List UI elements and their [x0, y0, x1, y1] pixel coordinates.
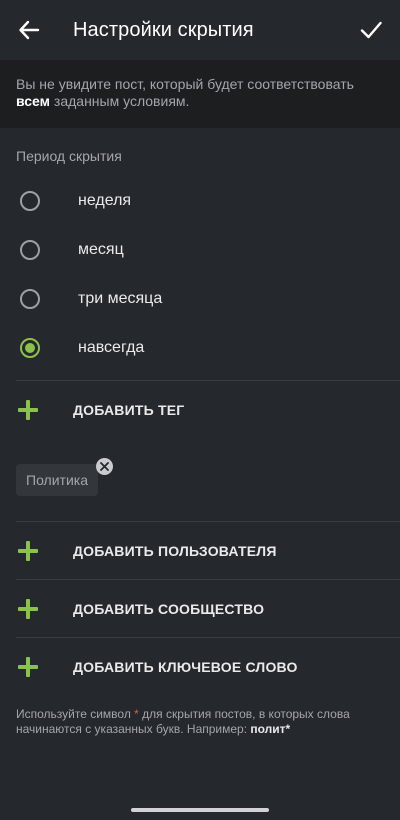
radio-label-month: месяц — [78, 240, 124, 258]
arrow-left-icon — [19, 20, 40, 40]
radio-button-week[interactable] — [20, 190, 40, 211]
hint-text-before: Используйте символ — [16, 707, 135, 721]
add-community-label: ДОБАВИТЬ СООБЩЕСТВО — [73, 600, 265, 617]
info-text-bold: всем — [16, 93, 51, 109]
hint-text: Используйте символ * для скрытия постов,… — [0, 695, 400, 737]
remove-tag-button[interactable] — [96, 458, 113, 475]
hint-example: полит* — [250, 722, 291, 736]
radio-label-three-months: три месяца — [78, 289, 163, 307]
add-user-label: ДОБАВИТЬ ПОЛЬЗОВАТЕЛЯ — [73, 542, 277, 559]
radio-label-forever: навсегда — [78, 338, 145, 356]
page-title: Настройки скрытия — [73, 18, 254, 41]
plus-icon — [18, 540, 38, 561]
radio-option-three-months[interactable]: три месяца — [0, 274, 400, 323]
tag-chips: Политика — [0, 438, 400, 521]
add-tag-label: ДОБАВИТЬ ТЕГ — [73, 401, 185, 418]
info-text-after: заданным условиям. — [50, 93, 190, 109]
app-bar: Настройки скрытия — [0, 0, 400, 60]
plus-icon — [18, 399, 38, 420]
tag-chip-label: Политика — [26, 472, 88, 488]
info-banner: Вы не увидите пост, который будет соотве… — [0, 60, 400, 128]
radio-option-forever[interactable]: навсегда — [0, 323, 400, 372]
info-text-before: Вы не увидите пост, который будет соотве… — [16, 76, 354, 92]
add-user-button[interactable]: ДОБАВИТЬ ПОЛЬЗОВАТЕЛЯ — [0, 522, 400, 579]
radio-option-month[interactable]: месяц — [0, 225, 400, 274]
radio-option-week[interactable]: неделя — [0, 176, 400, 225]
add-tag-button[interactable]: ДОБАВИТЬ ТЕГ — [0, 381, 400, 438]
confirm-button[interactable] — [356, 15, 386, 45]
close-icon — [100, 462, 109, 471]
add-community-button[interactable]: ДОБАВИТЬ СООБЩЕСТВО — [0, 580, 400, 637]
radio-button-month[interactable] — [20, 239, 40, 260]
radio-button-forever[interactable] — [20, 337, 40, 358]
radio-label-week: неделя — [78, 191, 132, 209]
home-indicator[interactable] — [131, 808, 269, 812]
back-button[interactable] — [14, 15, 44, 45]
radio-button-three-months[interactable] — [20, 288, 40, 309]
period-title: Период скрытия — [16, 148, 122, 164]
add-keyword-label: ДОБАВИТЬ КЛЮЧЕВОЕ СЛОВО — [73, 658, 298, 675]
tag-chip[interactable]: Политика — [16, 464, 98, 496]
plus-icon — [18, 656, 38, 677]
plus-icon — [18, 598, 38, 619]
check-icon — [360, 21, 382, 39]
add-keyword-button[interactable]: ДОБАВИТЬ КЛЮЧЕВОЕ СЛОВО — [0, 638, 400, 695]
period-radio-group: неделя месяц три месяца навсегда — [0, 176, 400, 372]
